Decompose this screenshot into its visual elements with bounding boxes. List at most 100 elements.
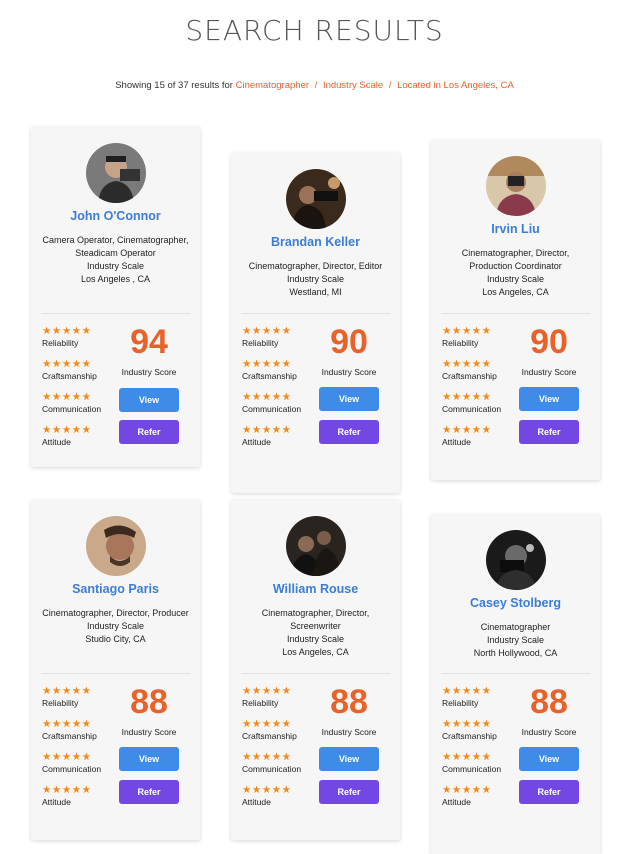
view-button[interactable]: View: [119, 388, 179, 412]
avatar[interactable]: [86, 143, 146, 203]
filter-link-scale[interactable]: Industry Scale: [323, 80, 383, 91]
industry-score: 88: [130, 683, 168, 721]
industry-score: 88: [330, 683, 368, 721]
filter-separator: /: [314, 80, 318, 91]
rating-attitude: ★★★★★ Attitude: [442, 784, 522, 817]
rating-attitude: ★★★★★ Attitude: [242, 784, 322, 817]
star-rating-icon: ★★★★★: [242, 358, 292, 370]
rating-craftsmanship: ★★★★★ Craftsmanship: [242, 718, 322, 751]
star-rating-icon: ★★★★★: [42, 325, 92, 337]
profile-roles: Cinematographer, Director, Editor: [248, 261, 383, 271]
profile-location: Los Angeles , CA: [80, 274, 151, 284]
rating-reliability: ★★★★★ Reliability: [442, 685, 522, 718]
avatar[interactable]: [286, 516, 346, 576]
profile-name[interactable]: Irvin Liu: [431, 222, 600, 236]
rating-reliability: ★★★★★ Reliability: [42, 325, 122, 358]
industry-score-label: Industry Score: [121, 367, 177, 377]
industry-score: 88: [530, 683, 568, 721]
view-button[interactable]: View: [319, 747, 379, 771]
rating-list: ★★★★★ Reliability ★★★★★ Craftsmanship ★★★★…: [442, 325, 522, 457]
profile-roles: Cinematographer, Director, Screenwriter: [261, 608, 370, 631]
profile-info: Cinematographer, Director, Screenwriter …: [241, 607, 390, 659]
result-card: William Rouse Cinematographer, Director,…: [231, 500, 400, 840]
refer-button[interactable]: Refer: [519, 420, 579, 444]
profile-name[interactable]: John O'Connor: [31, 209, 200, 223]
divider: [441, 313, 590, 314]
view-button[interactable]: View: [519, 747, 579, 771]
refer-button[interactable]: Refer: [319, 780, 379, 804]
rating-communication: ★★★★★ Communication: [242, 391, 322, 424]
rating-attitude: ★★★★★ Attitude: [442, 424, 522, 457]
profile-scale: Industry Scale: [486, 635, 545, 645]
profile-roles: Cinematographer, Director, Production Co…: [461, 248, 570, 271]
star-rating-icon: ★★★★★: [242, 784, 292, 796]
filter-link-location[interactable]: Located in Los Angeles, CA: [397, 80, 514, 91]
star-rating-icon: ★★★★★: [42, 424, 92, 436]
view-button[interactable]: View: [519, 387, 579, 411]
profile-name[interactable]: William Rouse: [231, 582, 400, 596]
profile-name[interactable]: Casey Stolberg: [431, 596, 600, 610]
profile-name[interactable]: Santiago Paris: [31, 582, 200, 596]
star-rating-icon: ★★★★★: [442, 424, 492, 436]
profile-info: Camera Operator, Cinematographer, Steadi…: [41, 234, 190, 286]
rating-craftsmanship: ★★★★★ Craftsmanship: [442, 718, 522, 751]
industry-score-label: Industry Score: [121, 727, 177, 737]
profile-roles: Cinematographer, Director, Producer: [42, 608, 189, 618]
industry-score: 90: [330, 323, 368, 361]
avatar[interactable]: [86, 516, 146, 576]
rating-craftsmanship: ★★★★★ Craftsmanship: [242, 358, 322, 391]
avatar[interactable]: [286, 169, 346, 229]
industry-score-label: Industry Score: [521, 367, 577, 377]
refer-button[interactable]: Refer: [119, 420, 179, 444]
divider: [41, 313, 190, 314]
profile-info: Cinematographer, Director, Editor Indust…: [241, 260, 390, 299]
profile-location: Los Angeles, CA: [482, 287, 549, 297]
view-button[interactable]: View: [119, 747, 179, 771]
industry-score: 90: [530, 323, 568, 361]
star-rating-icon: ★★★★★: [42, 718, 92, 730]
profile-scale: Industry Scale: [286, 634, 345, 644]
avatar[interactable]: [486, 530, 546, 590]
avatar[interactable]: [486, 156, 546, 216]
rating-craftsmanship: ★★★★★ Craftsmanship: [42, 718, 122, 751]
divider: [41, 673, 190, 674]
result-card: Brandan Keller Cinematographer, Director…: [231, 153, 400, 493]
star-rating-icon: ★★★★★: [442, 718, 492, 730]
rating-communication: ★★★★★ Communication: [42, 751, 122, 784]
profile-location: Studio City, CA: [85, 634, 146, 644]
view-button[interactable]: View: [319, 387, 379, 411]
result-card: John O'Connor Camera Operator, Cinematog…: [31, 127, 200, 467]
rating-reliability: ★★★★★ Reliability: [442, 325, 522, 358]
rating-craftsmanship: ★★★★★ Craftsmanship: [442, 358, 522, 391]
profile-scale: Industry Scale: [286, 274, 345, 284]
refer-button[interactable]: Refer: [319, 420, 379, 444]
star-rating-icon: ★★★★★: [442, 751, 492, 763]
profile-scale: Industry Scale: [486, 274, 545, 284]
page-title: SEARCH RESULTS: [185, 14, 444, 47]
refer-button[interactable]: Refer: [519, 780, 579, 804]
rating-list: ★★★★★ Reliability ★★★★★ Craftsmanship ★★★★…: [242, 685, 322, 817]
star-rating-icon: ★★★★★: [42, 358, 92, 370]
result-card: Casey Stolberg Cinematographer Industry …: [431, 514, 600, 854]
star-rating-icon: ★★★★★: [242, 325, 292, 337]
rating-list: ★★★★★ Reliability ★★★★★ Craftsmanship ★★★★…: [442, 685, 522, 817]
star-rating-icon: ★★★★★: [42, 685, 92, 697]
profile-info: Cinematographer Industry Scale North Hol…: [441, 621, 590, 660]
profile-location: Westland, MI: [289, 287, 342, 297]
result-card: Santiago Paris Cinematographer, Director…: [31, 500, 200, 840]
star-rating-icon: ★★★★★: [242, 424, 292, 436]
industry-score-label: Industry Score: [321, 727, 377, 737]
star-rating-icon: ★★★★★: [442, 391, 492, 403]
filter-link-role[interactable]: Cinematographer: [236, 80, 309, 91]
star-rating-icon: ★★★★★: [442, 685, 492, 697]
industry-score: 94: [130, 323, 168, 361]
refer-button[interactable]: Refer: [119, 780, 179, 804]
star-rating-icon: ★★★★★: [242, 751, 292, 763]
rating-reliability: ★★★★★ Reliability: [242, 325, 322, 358]
profile-name[interactable]: Brandan Keller: [231, 235, 400, 249]
rating-communication: ★★★★★ Communication: [42, 391, 122, 424]
result-card: Irvin Liu Cinematographer, Director, Pro…: [431, 140, 600, 480]
star-rating-icon: ★★★★★: [42, 391, 92, 403]
rating-list: ★★★★★ Reliability ★★★★★ Craftsmanship ★★★★…: [242, 325, 322, 457]
star-rating-icon: ★★★★★: [442, 358, 492, 370]
